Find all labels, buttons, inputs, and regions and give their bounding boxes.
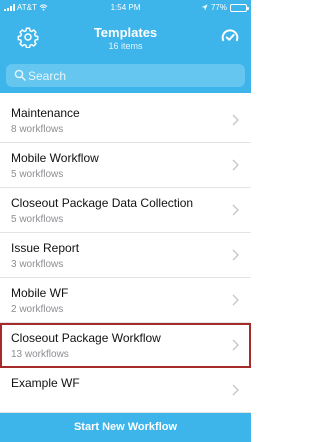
search-icon (14, 69, 26, 81)
chevron-right-icon (232, 249, 239, 261)
chevron-right-icon (232, 114, 239, 126)
workflow-count: 5 workflows (11, 169, 64, 180)
chevron-right-icon (232, 204, 239, 216)
template-name: Closeout Package Workflow (11, 331, 161, 345)
template-row-mobile-wf[interactable]: Mobile WF 2 workflows (0, 278, 251, 323)
sync-button[interactable] (219, 26, 241, 48)
status-bar: AT&T 1:54 PM 77% (0, 0, 251, 15)
template-name: Example WF (11, 376, 80, 390)
chevron-right-icon (232, 339, 239, 351)
item-count: 16 items (108, 41, 143, 51)
template-name: Maintenance (11, 106, 80, 120)
template-row-issue-report[interactable]: Issue Report 3 workflows (0, 233, 251, 278)
start-new-workflow-button[interactable]: Start New Workflow (0, 413, 251, 442)
template-name: Mobile Workflow (11, 151, 99, 165)
workflow-count: 8 workflows (11, 124, 64, 135)
header-bar: AT&T 1:54 PM 77% Templates 16 items (0, 0, 251, 93)
template-row-closeout-data-collection[interactable]: Closeout Package Data Collection 5 workf… (0, 188, 251, 233)
battery-percent: 77% (210, 3, 227, 12)
status-right: 77% (201, 3, 249, 12)
chevron-right-icon (232, 159, 239, 171)
template-row-mobile-workflow[interactable]: Mobile Workflow 5 workflows (0, 143, 251, 188)
workflow-count: 13 workflows (11, 349, 69, 360)
search-bar[interactable] (6, 64, 245, 87)
workflow-count: 2 workflows (11, 304, 64, 315)
location-icon (201, 4, 208, 11)
chevron-right-icon (232, 384, 239, 396)
search-input[interactable] (28, 64, 238, 87)
templates-list: Maintenance 8 workflows Mobile Workflow … (0, 98, 251, 413)
page-title: Templates (93, 25, 158, 40)
chevron-right-icon (232, 294, 239, 306)
template-name: Issue Report (11, 241, 80, 255)
battery-icon (230, 3, 249, 12)
template-name: Mobile WF (11, 286, 69, 300)
sync-icon (221, 29, 239, 42)
template-row-closeout-package-workflow[interactable]: Closeout Package Workflow 13 workflows (0, 323, 251, 368)
template-row-maintenance[interactable]: Maintenance 8 workflows (0, 98, 251, 143)
template-name: Closeout Package Data Collection (11, 196, 194, 210)
workflow-count: 5 workflows (11, 214, 64, 225)
template-row-example-wf[interactable]: Example WF (0, 368, 251, 413)
workflow-count: 3 workflows (11, 259, 64, 270)
